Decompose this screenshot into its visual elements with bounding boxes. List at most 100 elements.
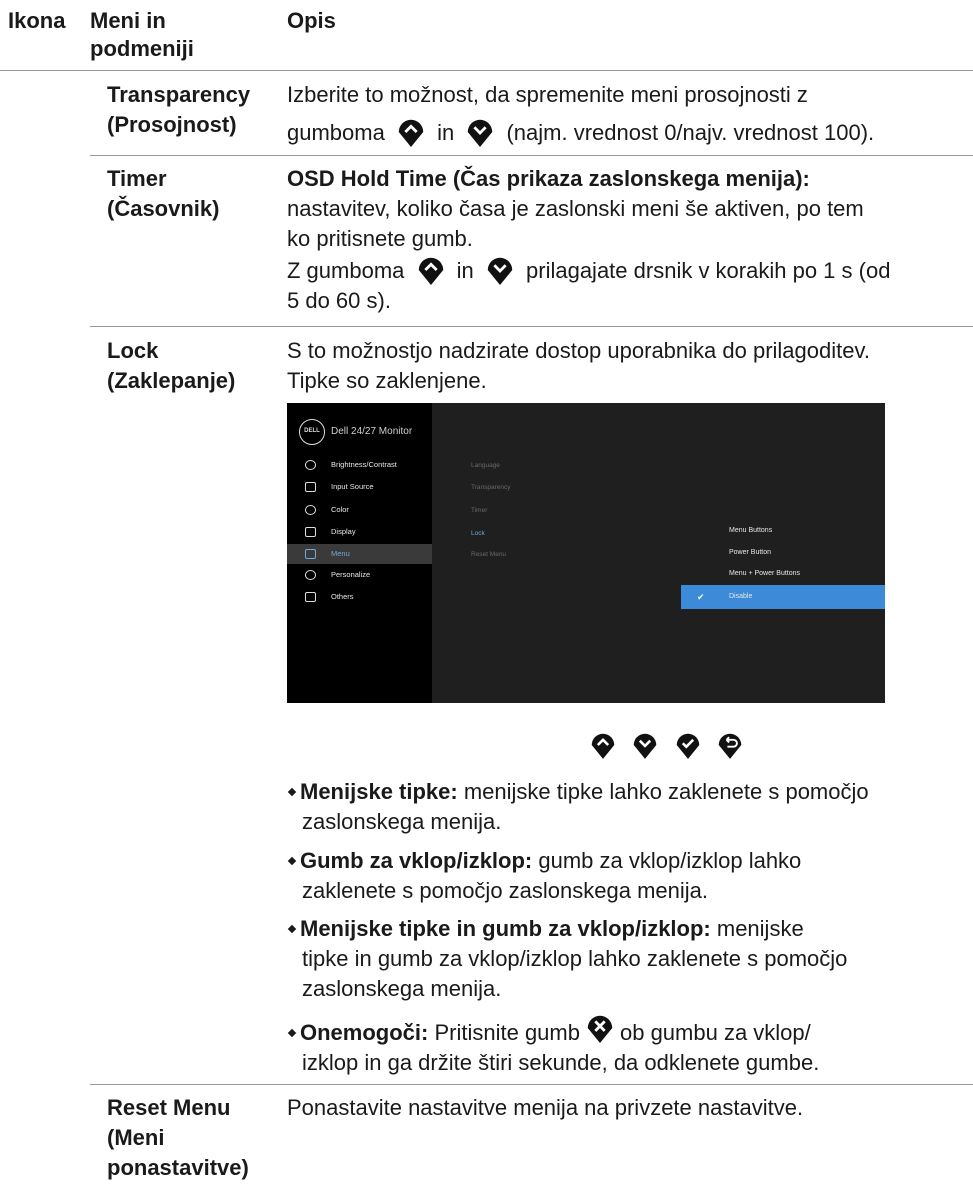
header-meni-line2: podmeniji [90,36,194,61]
timer-line5: 5 do 60 s). [287,288,391,313]
timer-name: Timer [107,166,167,191]
osd-menu-color: Color [287,500,432,520]
osd-menu-brightness: Brightness/Contrast [287,455,432,475]
osd-menu-input: Input Source [287,477,432,497]
menu-icon [305,549,316,559]
osd-sub-reset: Reset Menu [471,551,507,558]
bullet-text: zaslonskega menija. [302,809,502,834]
osd-menu-personalize: Personalize [287,565,432,585]
up-icon [418,257,443,286]
timer-line2: nastavitev, koliko časa je zaslonski men… [287,196,864,221]
row-divider [90,1084,973,1085]
bullet-bold: Gumb za vklop/izklop: [300,848,533,873]
osd-option-menu-power: Menu + Power Buttons [681,562,885,586]
timer-line4: Z gumboma in prilagajate drsnik v koraki… [287,254,967,286]
osd-option-label: Menu + Power Buttons [729,570,801,577]
osd-menu-label: Others [331,592,354,601]
transparency-name: Transparency [107,82,251,107]
reset-subname: (Meni [107,1125,165,1150]
header-divider [0,70,973,71]
bullet-text: gumb za vklop/izklop lahko [538,848,802,873]
up-icon [398,119,424,148]
osd-menu-label: Color [331,505,349,514]
osd-menu-label: Menu [331,549,350,558]
bullet-menu-buttons: Menijske tipke: menijske tipke lahko zak… [287,777,967,837]
osd-option-disable: ✔ Disable [681,585,885,609]
lock-line1: S to možnostjo nadzirate dostop uporabni… [287,338,870,363]
row-lock-title: Lock (Zaklepanje) [107,336,235,396]
header-meni-line1: Meni in [90,8,166,33]
bullet-text: zaklenete s pomočjo zaslonskega menija. [302,878,709,903]
transparency-text-2: gumboma in (najm. vrednost 0/najv. vredn… [287,116,967,148]
osd-sub-timer: Timer [471,507,488,514]
reset-name: Reset Menu [107,1095,231,1120]
bullet-icon [287,924,297,934]
osd-menu-others: Others [287,587,432,607]
down-icon [487,257,513,286]
others-icon [305,592,316,602]
osd-menu-label: Brightness/Contrast [331,460,397,469]
osd-menu-label: Display [331,527,356,536]
transparency-desc: Izberite to možnost, da spremenite meni … [287,80,967,148]
row-divider [90,326,973,327]
reset-subname: ponastavitve) [107,1155,249,1180]
bullet-text: menijske [716,916,804,941]
bullet-menu-power: Menijske tipke in gumb za vklop/izklop: … [287,914,967,1004]
bullet-text: izklop in ga držite štiri sekunde, da od… [302,1050,820,1075]
timer-desc: OSD Hold Time (Čas prikaza zaslonskega m… [287,164,967,316]
bullet-disable: Onemogoči: Pritisnite gumb ob gumbu za vk… [287,1012,967,1078]
row-timer-title: Timer (Časovnik) [107,164,219,224]
bullet-bold: Menijske tipke in gumb za vklop/izklop: [300,916,711,941]
lock-line2: Tipke so zaklenjene. [287,368,487,393]
osd-title: Dell 24/27 Monitor [331,426,413,437]
row-divider [90,155,973,156]
bullet-bold: Menijske tipke: [300,779,458,804]
osd-menu-display: Display [287,522,432,542]
osd-menu-label: Personalize [331,570,371,579]
bullet-power-button: Gumb za vklop/izklop: gumb za vklop/izkl… [287,846,967,906]
lock-desc: S to možnostjo nadzirate dostop uporabni… [287,336,967,396]
osd-menu-label: Input Source [331,482,374,491]
check-icon [676,733,700,759]
bullet-bold: Onemogoči: [300,1020,429,1045]
transparency-text-c: (najm. vrednost 0/najv. vrednost 100). [506,120,875,145]
bullet-icon [287,1028,297,1038]
bullet-text: Pritisnite gumb [434,1020,580,1045]
timer-bold: OSD Hold Time (Čas prikaza zaslonskega m… [287,166,810,191]
down-icon [468,119,493,148]
up-icon [591,733,615,759]
bullet-text: ob gumbu za vklop/ [619,1020,811,1045]
bullet-icon [287,787,297,797]
osd-sub-lock: Lock [471,530,485,537]
row-transparency-title: Transparency (Prosojnost) [107,80,250,140]
bullet-text: tipke in gumb za vklop/izklop lahko zakl… [302,946,848,971]
close-icon [587,1015,613,1044]
dell-logo: DELL [299,419,325,445]
osd-menu-menu: Menu [287,544,432,564]
transparency-subname: (Prosojnost) [107,112,237,137]
header-ikona: Ikona [8,8,66,33]
transparency-text-a: gumboma [287,120,385,145]
timer-subname: (Časovnik) [107,196,220,221]
back-icon [719,733,742,759]
osd-screenshot: DELL Dell 24/27 Monitor Brightness/Contr… [287,403,885,703]
bullet-icon [287,856,297,866]
timer-line3: ko pritisnete gumb. [287,226,473,251]
timer-line4-b: in [456,258,474,283]
bullet-text: zaslonskega menija. [302,976,502,1001]
osd-sub-transparency: Transparency [471,484,511,491]
check-icon: ✔ [697,592,705,602]
osd-option-menu-buttons: Menu Buttons [681,519,885,543]
timer-line4-a: Z gumboma [287,258,405,283]
display-icon [305,527,316,537]
transparency-text-1: Izberite to možnost, da spremenite meni … [287,82,808,107]
lock-subname: (Zaklepanje) [107,368,236,393]
transparency-text-b: in [437,120,455,145]
nav-buttons [590,730,755,765]
brightness-icon [305,460,316,470]
osd-option-label: Disable [729,593,753,600]
reset-desc: Ponastavite nastavitve menija na privzet… [287,1095,804,1120]
row-reset-title: Reset Menu (Meni ponastavitve) [107,1093,249,1183]
color-icon [305,505,316,515]
bullet-text: menijske tipke lahko zaklenete s pomočjo [463,779,869,804]
